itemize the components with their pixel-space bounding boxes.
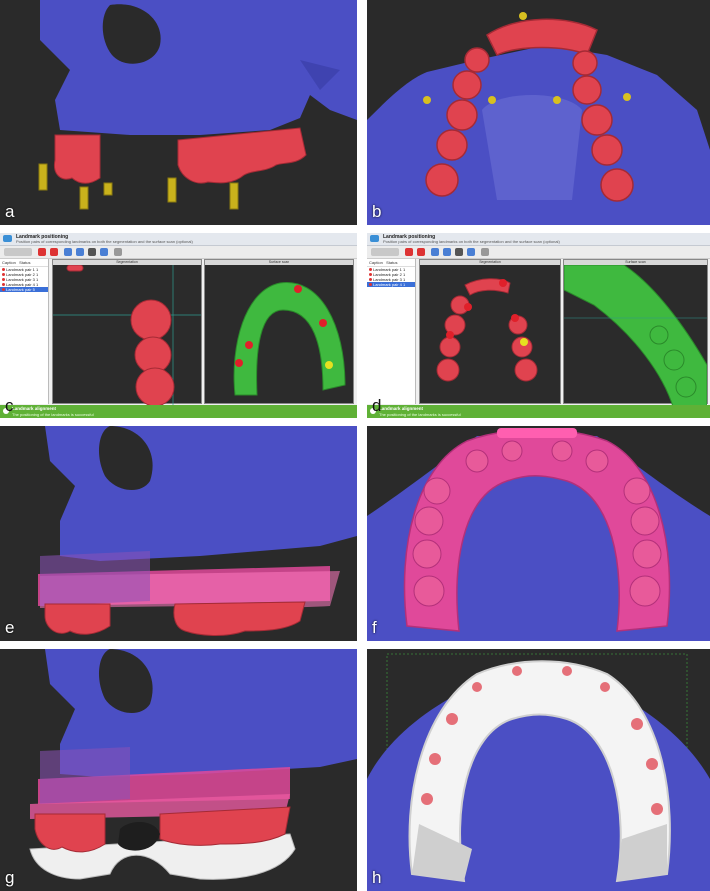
segmentation-render [436,278,538,382]
status-header: Status [19,260,31,265]
landmark-dot-icon [2,268,5,271]
status-header: Status [386,260,398,265]
landmark-list: Caption Status Landmark pair 1 1 Landmar… [367,259,416,404]
panel-f-render [367,428,710,641]
panel-g-render [29,649,357,880]
row-caption: Landmark pair 5 [6,287,35,292]
row-status: 1 [36,282,39,287]
status-bar: Landmark alignment The positioning of th… [367,405,710,418]
layout-icon[interactable] [467,248,475,256]
toolbar [367,246,710,259]
panel-label-a: a [5,202,15,221]
list-header: Caption Status [367,259,415,267]
positioning-button[interactable] [371,248,399,256]
status-title: Landmark alignment [379,406,424,411]
status-title: Landmark alignment [12,406,57,411]
row-caption: Landmark pair 4 [373,282,402,287]
panel-h: h [367,649,710,891]
list-header: Caption Status [0,259,48,267]
panel-d: Landmark positioning Position pairs of c… [367,233,710,418]
redo-icon[interactable] [76,248,84,256]
status-bar: Landmark alignment The positioning of th… [0,405,357,418]
panel-label-e: e [5,618,15,637]
app-icon [370,235,379,242]
segmentation-view[interactable]: Segmentation [52,259,202,410]
view-icon[interactable] [88,248,96,256]
toolbar [0,246,357,259]
landmark-dot-icon [2,288,5,291]
caption-header: Caption [369,260,383,265]
title-bar: Landmark positioning Position pairs of c… [367,233,710,246]
surface-scan-render [233,282,346,396]
list-item[interactable]: Landmark pair 4 1 [367,282,415,287]
status-text: The positioning of the landmarks is succ… [379,412,461,417]
add-landmark-icon[interactable] [405,248,413,256]
panel-label-h: h [372,868,382,887]
panel-b: b [367,0,710,225]
landmark-dot-icon [369,273,372,276]
panel-e-render [38,426,357,636]
software-window-d: Landmark positioning Position pairs of c… [367,233,710,418]
positioning-button[interactable] [4,248,32,256]
landmark-dot-icon [2,283,5,286]
remove-landmark-icon[interactable] [417,248,425,256]
redo-icon[interactable] [443,248,451,256]
layout-icon[interactable] [100,248,108,256]
list-item[interactable]: Landmark pair 5 [0,287,48,292]
undo-icon[interactable] [64,248,72,256]
panel-h-render [367,653,710,891]
app-icon [3,235,12,242]
software-window-c: Landmark positioning Position pairs of c… [0,233,357,418]
landmark-dot-icon [369,283,372,286]
panel-c: Landmark positioning Position pairs of c… [0,233,357,418]
undo-icon[interactable] [431,248,439,256]
hand-icon[interactable] [481,248,489,256]
panel-label-g: g [5,868,15,887]
segmentation-render [53,265,201,410]
landmark-dot-icon [2,273,5,276]
panel-a: a [0,0,357,225]
segmentation-view[interactable]: Segmentation [419,259,561,404]
window-subtitle: Position pairs of corresponding landmark… [16,239,193,244]
landmark-dot-icon [2,278,5,281]
window-subtitle: Position pairs of corresponding landmark… [383,239,560,244]
view-icon[interactable] [455,248,463,256]
landmark-dot-icon [369,278,372,281]
panel-e: e [0,426,357,641]
panel-b-render [367,12,710,225]
remove-landmark-icon[interactable] [50,248,58,256]
landmark-list: Caption Status Landmark pair 1 1 Landmar… [0,259,49,404]
title-bar: Landmark positioning Position pairs of c… [0,233,357,246]
surface-scan-view[interactable]: Surface scan [204,259,354,404]
panel-label-b: b [372,202,382,221]
row-status: 1 [403,282,406,287]
panel-f: f [367,426,710,641]
panel-a-render [38,0,357,210]
status-text: The positioning of the landmarks is succ… [12,412,94,417]
hand-icon[interactable] [114,248,122,256]
surface-scan-render [564,265,707,410]
surface-scan-view[interactable]: Surface scan [563,259,708,410]
add-landmark-icon[interactable] [38,248,46,256]
panel-label-f: f [372,618,377,637]
panel-g: g [0,649,357,891]
panel-label-d: d [372,396,382,415]
panel-label-c: c [5,396,14,415]
caption-header: Caption [2,260,16,265]
landmark-dot-icon [369,268,372,271]
